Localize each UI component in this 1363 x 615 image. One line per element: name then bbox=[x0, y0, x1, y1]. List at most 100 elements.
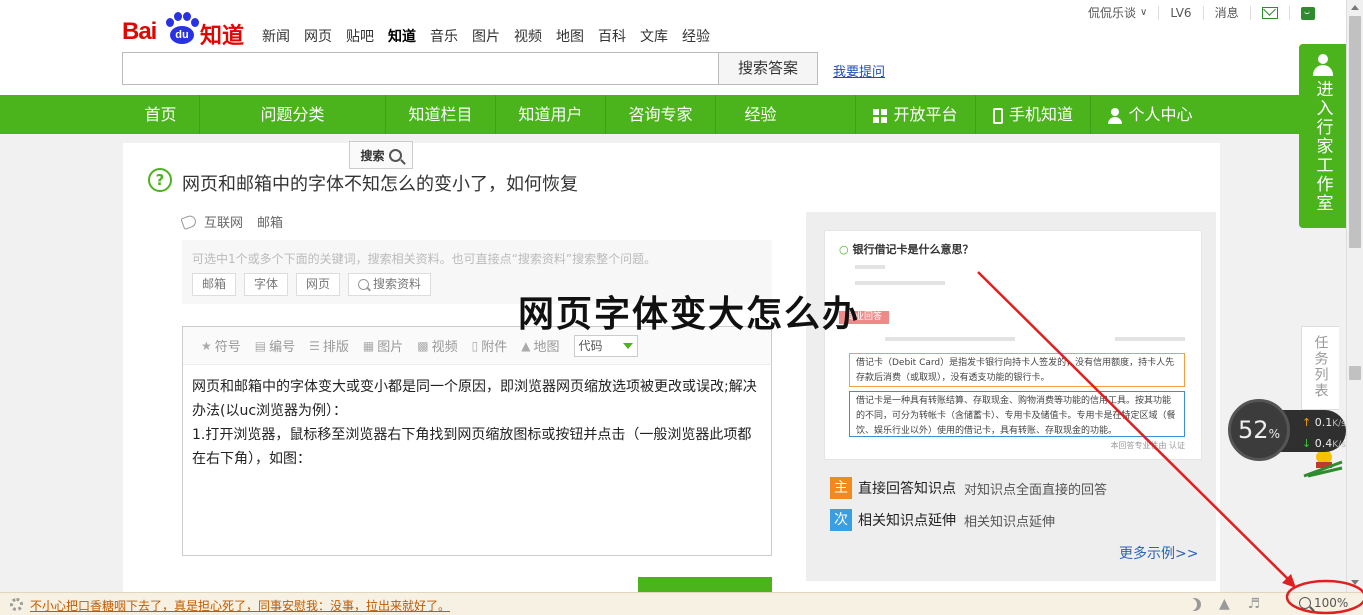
cat-link-zhidao[interactable]: 知道 bbox=[388, 26, 416, 46]
chevron-down-icon: ∨ bbox=[1140, 7, 1148, 18]
nav-experts[interactable]: 咨询专家 bbox=[605, 95, 715, 134]
list-icon: ☰ bbox=[309, 338, 320, 353]
cat-link-web[interactable]: 网页 bbox=[304, 26, 332, 46]
tb-video[interactable]: ▩ 视频 bbox=[417, 336, 457, 356]
tb-number[interactable]: ▤ 编号 bbox=[255, 336, 296, 356]
task-list-tab[interactable]: 任务列表 bbox=[1301, 326, 1339, 410]
question-title: 网页和邮箱中的字体不知怎么的变小了，如何恢复 bbox=[182, 174, 578, 195]
bag-icon bbox=[1300, 6, 1315, 20]
cat-link-music[interactable]: 音乐 bbox=[430, 26, 458, 46]
cat-link-news[interactable]: 新闻 bbox=[262, 26, 290, 46]
news-ticker[interactable]: 不小心把口香糖咽下去了，真是担心死了，同事安慰我：没事，拉出来就好了。 bbox=[30, 597, 450, 614]
speed-unit: K/s bbox=[1332, 419, 1346, 429]
tag-mailbox[interactable]: 邮箱 bbox=[257, 212, 283, 231]
zoom-icon bbox=[1299, 597, 1311, 609]
status-icons: ▲ ♬ bbox=[1188, 596, 1260, 612]
video-icon: ▩ bbox=[417, 338, 429, 353]
nav-personal-center-label: 个人中心 bbox=[1128, 105, 1193, 124]
nav-jingyan[interactable]: 经验 bbox=[715, 95, 805, 134]
person-icon bbox=[1108, 107, 1123, 124]
search-material-label: 搜索资料 bbox=[373, 277, 422, 291]
browser-status-bar: 不小心把口香糖咽下去了，真是担心死了，同事安慰我：没事，拉出来就好了。 ▲ ♬ … bbox=[0, 592, 1363, 615]
tb-symbol[interactable]: ★ 符号 bbox=[201, 336, 241, 356]
top-header: Bai du 知道 新闻 网页 贴吧 知道 音乐 图片 视频 地图 百科 文库 … bbox=[0, 0, 1346, 95]
tb-map[interactable]: ▲ 地图 bbox=[521, 336, 560, 356]
shop-button[interactable] bbox=[1288, 6, 1326, 20]
messages-link[interactable]: 消息 bbox=[1202, 6, 1250, 20]
more-examples-link[interactable]: 更多示例>> bbox=[1119, 543, 1198, 563]
logo-bai-text: Bai bbox=[122, 18, 157, 45]
tb-layout[interactable]: ☰ 排版 bbox=[309, 336, 349, 356]
code-select[interactable]: 代码 bbox=[573, 334, 638, 357]
code-select-value: 代码 bbox=[578, 339, 603, 353]
tb-attachment[interactable]: ▯ 附件 bbox=[471, 336, 508, 356]
nav-mobile[interactable]: 手机知道 bbox=[975, 95, 1090, 134]
search-tooltip[interactable]: 搜索 bbox=[349, 141, 413, 169]
attachment-icon: ▯ bbox=[471, 338, 479, 353]
feature-related: 次 相关知识点延伸 相关知识点延伸 bbox=[830, 509, 1055, 531]
baidu-zhidao-logo[interactable]: Bai du 知道 bbox=[122, 8, 245, 49]
example-title-text: 银行借记卡是什么意思？ bbox=[852, 243, 974, 256]
user-level[interactable]: LV6 bbox=[1158, 6, 1202, 20]
tag-internet[interactable]: 互联网 bbox=[204, 212, 243, 231]
search-icon bbox=[388, 148, 402, 162]
map-icon: ▲ bbox=[521, 338, 531, 353]
night-mode-icon[interactable] bbox=[1188, 598, 1201, 611]
search-answer-button[interactable]: 搜索答案 bbox=[718, 52, 818, 85]
cat-link-map[interactable]: 地图 bbox=[556, 26, 584, 46]
download-arrow-icon: ↓ bbox=[1302, 437, 1312, 450]
zoom-level: 100% bbox=[1314, 596, 1349, 610]
cat-link-video[interactable]: 视频 bbox=[514, 26, 542, 46]
nav-home[interactable]: 首页 bbox=[122, 95, 199, 134]
editor-body[interactable]: 网页和邮箱中的字体变大或变小都是同一个原因，即浏览器网页缩放选项被更改或误改;解… bbox=[192, 375, 764, 471]
keyword-font[interactable]: 字体 bbox=[244, 273, 289, 296]
memory-percent-unit: % bbox=[1268, 427, 1280, 441]
tb-map-label: 地图 bbox=[533, 340, 560, 355]
grid-icon bbox=[873, 108, 888, 123]
mail-button[interactable] bbox=[1249, 6, 1289, 20]
username-menu[interactable]: 侃侃乐谈 ∨ bbox=[1088, 6, 1158, 20]
feature-badge: 次 bbox=[830, 509, 852, 531]
scroll-down-icon[interactable] bbox=[1351, 580, 1359, 585]
nav-categories[interactable]: 问题分类 bbox=[199, 95, 385, 134]
question-tags: 互联网 邮箱 bbox=[180, 212, 283, 231]
username: 侃侃乐谈 bbox=[1088, 6, 1137, 20]
tb-number-label: 编号 bbox=[269, 340, 296, 355]
feature-direct: 主 直接回答知识点 对知识点全面直接的回答 bbox=[830, 477, 1107, 499]
upload-speed: 0.1 bbox=[1314, 416, 1333, 429]
tb-image[interactable]: ▦ 图片 bbox=[363, 336, 403, 356]
nav-personal-center[interactable]: 个人中心 bbox=[1090, 95, 1210, 134]
nav-open-platform-label: 开放平台 bbox=[893, 105, 958, 124]
keyword-webpage[interactable]: 网页 bbox=[296, 273, 341, 296]
ask-question-link[interactable]: 我要提问 bbox=[833, 61, 885, 80]
cat-link-images[interactable]: 图片 bbox=[472, 26, 500, 46]
feature-badge: 主 bbox=[830, 477, 852, 499]
tb-attachment-label: 附件 bbox=[481, 340, 508, 355]
expert-studio-tab[interactable]: 进入行家工作室 bbox=[1299, 44, 1346, 228]
gear-icon[interactable] bbox=[10, 598, 23, 611]
keyword-mailbox[interactable]: 邮箱 bbox=[192, 273, 237, 296]
security-icon[interactable]: ▲ bbox=[1219, 596, 1230, 612]
nav-columns[interactable]: 知道栏目 bbox=[385, 95, 495, 134]
overlay-headline: 网页字体变大怎么办 bbox=[518, 294, 861, 335]
zoom-control[interactable]: 100% bbox=[1299, 596, 1348, 610]
search-input[interactable] bbox=[122, 52, 719, 85]
speed-unit: K/s bbox=[1332, 440, 1346, 450]
network-speed-widget[interactable]: ↑ 0.1K/s ↓ 0.4K/s 52% bbox=[1228, 399, 1346, 461]
cat-link-tieba[interactable]: 贴吧 bbox=[346, 26, 374, 46]
logo-zhidao-text: 知道 bbox=[200, 24, 245, 49]
cat-link-jingyan[interactable]: 经验 bbox=[682, 26, 710, 46]
answer-editor[interactable]: ★ 符号 ▤ 编号 ☰ 排版 ▦ 图片 ▩ 视频 ▯ 附件 ▲ 地图 代码 网页和邮箱中的字体… bbox=[182, 326, 772, 556]
keyword-hint: 可选中1个或多个下面的关键词，搜索相关资料。也可直接点“搜索资料”搜索整个问题。 bbox=[192, 252, 657, 266]
volume-icon[interactable]: ♬ bbox=[1248, 596, 1261, 612]
scroll-up-icon[interactable] bbox=[1351, 5, 1359, 10]
cat-link-baike[interactable]: 百科 bbox=[598, 26, 626, 46]
download-speed: 0.4 bbox=[1314, 437, 1333, 450]
vertical-scrollbar[interactable] bbox=[1346, 0, 1363, 592]
scroll-thumb[interactable] bbox=[1349, 16, 1361, 248]
nav-users[interactable]: 知道用户 bbox=[495, 95, 605, 134]
search-material-button[interactable]: 搜索资料 bbox=[348, 273, 432, 296]
cat-link-wenku[interactable]: 文库 bbox=[640, 26, 668, 46]
nav-mobile-label: 手机知道 bbox=[1008, 105, 1073, 124]
nav-open-platform[interactable]: 开放平台 bbox=[855, 95, 975, 134]
